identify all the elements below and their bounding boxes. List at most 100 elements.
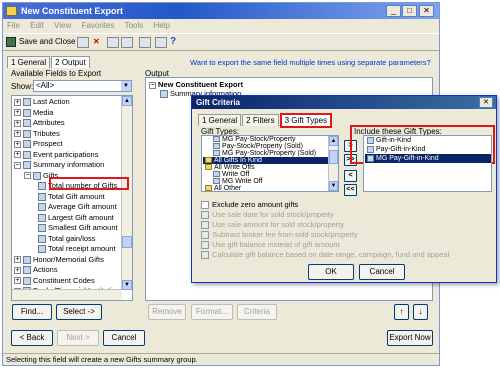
remove-all-button[interactable]: << <box>344 184 357 196</box>
tree-item[interactable]: + Last Action <box>14 97 122 108</box>
expand-icon[interactable]: + <box>14 119 21 127</box>
fields-hscrollbar[interactable] <box>12 289 122 300</box>
help-icon[interactable]: ? <box>170 36 176 47</box>
expand-icon[interactable]: + <box>14 140 21 148</box>
option-checkbox-row[interactable]: Use gift balance instead of gift amount <box>201 240 497 250</box>
back-button[interactable]: < Back <box>11 330 53 346</box>
maximize-button[interactable]: □ <box>402 5 417 17</box>
tree-item[interactable]: − Summary information <box>14 160 122 171</box>
find-button[interactable]: Find... <box>12 304 52 320</box>
dialog-tab-filters[interactable]: 2 Filters <box>242 114 279 126</box>
expand-icon[interactable]: + <box>14 151 21 159</box>
tree-item[interactable]: + Tributes <box>14 129 122 140</box>
tab-general[interactable]: 1 General <box>7 56 51 68</box>
tree-item[interactable]: Total Gift amount <box>14 192 122 203</box>
option-checkbox-row[interactable]: Exclude zero amount gifts <box>201 200 497 210</box>
menu-view[interactable]: View <box>54 21 71 30</box>
criteria-button[interactable]: Criteria <box>237 304 277 320</box>
first-record-icon[interactable] <box>107 37 119 48</box>
gift-scroll-thumb[interactable] <box>329 150 338 164</box>
select-button[interactable]: Select -> <box>56 304 102 320</box>
move-down-button[interactable]: ↓ <box>413 304 428 320</box>
export-now-button[interactable]: Export Now <box>387 330 433 346</box>
expand-icon[interactable]: + <box>14 266 21 274</box>
option-checkbox-row[interactable]: Subtract broker fee from sold stock/prop… <box>201 230 497 240</box>
gift-type-item[interactable]: MG Write Off <box>203 178 329 185</box>
print-icon[interactable] <box>77 37 89 48</box>
tree-item[interactable]: + Actions <box>14 265 122 276</box>
gift-scroll-up-arrow[interactable]: ▲ <box>329 136 338 146</box>
expand-icon[interactable]: + <box>14 130 21 138</box>
gift-type-item[interactable]: All Write Offs <box>203 164 329 171</box>
dialog-cancel-button[interactable]: Cancel <box>359 264 405 280</box>
save-close-button[interactable]: Save and Close <box>19 37 75 46</box>
chart-icon[interactable] <box>155 37 167 48</box>
option-checkbox[interactable] <box>201 231 209 240</box>
option-checkbox[interactable] <box>201 201 209 210</box>
cancel-button[interactable]: Cancel <box>103 330 145 346</box>
include-type-item[interactable]: Gift-in-Kind <box>365 136 491 145</box>
gift-type-item[interactable]: MG Pay-Stock/Property (Sold) <box>203 150 329 157</box>
scroll-down-arrow[interactable]: ▼ <box>122 280 132 290</box>
delete-icon[interactable]: ✕ <box>93 37 100 46</box>
collapse-icon[interactable]: − <box>149 81 156 89</box>
fields-scrollbar[interactable]: ▲ ▼ <box>121 96 132 290</box>
gift-type-item[interactable]: Pay-Stock/Property (Sold) <box>203 143 329 150</box>
tree-item[interactable]: Average Gift amount <box>14 202 122 213</box>
tree-item[interactable]: + Event participations <box>14 150 122 161</box>
tree-item[interactable]: + Attributes <box>14 118 122 129</box>
dialog-close-button[interactable]: ✕ <box>479 97 493 108</box>
include-type-item[interactable]: Pay-Gift-in-Kind <box>365 145 491 154</box>
gift-type-item[interactable]: All Gifts In Kind <box>203 157 329 164</box>
scroll-thumb[interactable] <box>122 236 132 248</box>
include-type-item[interactable]: MG Pay-Gift-in-Kind <box>365 154 491 163</box>
gift-scroll-down-arrow[interactable]: ▼ <box>329 181 338 191</box>
collapse-icon[interactable]: − <box>14 161 21 169</box>
dialog-tab-general[interactable]: 1 General <box>198 114 242 126</box>
move-up-button[interactable]: ↑ <box>394 304 409 320</box>
menu-edit[interactable]: Edit <box>30 21 44 30</box>
expand-icon[interactable]: + <box>14 256 21 264</box>
menu-file[interactable]: File <box>7 21 20 30</box>
dialog-tab-gift-types[interactable]: 3 Gift Types <box>279 113 333 128</box>
query-icon[interactable] <box>139 37 151 48</box>
menu-tools[interactable]: Tools <box>125 21 144 30</box>
option-checkbox-row[interactable]: Use sale amount for sold stock/property <box>201 220 497 230</box>
tab-output[interactable]: 2 Output <box>51 56 90 68</box>
gift-type-item[interactable]: Write Off <box>203 171 329 178</box>
gift-type-item[interactable]: All Other <box>203 185 329 191</box>
collapse-icon[interactable]: − <box>24 172 31 180</box>
show-select[interactable]: <All> ▼ <box>33 80 132 92</box>
next-button[interactable]: Next > <box>57 330 99 346</box>
tree-item[interactable]: + Honor/Memorial Gifts <box>14 255 122 266</box>
menu-favorites[interactable]: Favorites <box>82 21 115 30</box>
option-checkbox[interactable] <box>201 211 209 220</box>
menu-help[interactable]: Help <box>154 21 170 30</box>
tree-item[interactable]: Total gain/loss <box>14 234 122 245</box>
close-button[interactable]: ✕ <box>419 5 434 17</box>
tree-item[interactable]: Total receipt amount <box>14 244 122 255</box>
ok-button[interactable]: OK <box>308 264 354 280</box>
remove-button[interactable]: Remove <box>148 304 186 320</box>
option-checkbox-row[interactable]: Calculate gift balance based on date ran… <box>201 250 497 260</box>
multi-export-link[interactable]: Want to export the same field multiple t… <box>190 58 431 67</box>
gift-types-scrollbar[interactable]: ▲ ▼ <box>328 136 338 191</box>
expand-icon[interactable]: + <box>14 277 21 285</box>
option-checkbox[interactable] <box>201 221 209 230</box>
option-checkbox[interactable] <box>201 241 209 250</box>
tree-item[interactable]: + Prospect <box>14 139 122 150</box>
minimize-button[interactable]: _ <box>386 5 401 17</box>
tree-item[interactable]: + Constituent Codes <box>14 276 122 287</box>
tree-item[interactable]: Smallest Gift amount <box>14 223 122 234</box>
expand-icon[interactable]: + <box>14 98 21 106</box>
gift-type-item[interactable]: MG Pay-Stock/Property <box>203 136 329 143</box>
properties-icon[interactable] <box>121 37 133 48</box>
tree-item[interactable]: Largest Gift amount <box>14 213 122 224</box>
remove-item-button[interactable]: < <box>344 170 357 182</box>
format-button[interactable]: Format... <box>191 304 233 320</box>
tree-item[interactable]: + Media <box>14 108 122 119</box>
scroll-up-arrow[interactable]: ▲ <box>122 96 132 106</box>
option-checkbox-row[interactable]: Use sale date for sold stock/property <box>201 210 497 220</box>
expand-icon[interactable]: + <box>14 109 21 117</box>
option-checkbox[interactable] <box>201 251 209 260</box>
